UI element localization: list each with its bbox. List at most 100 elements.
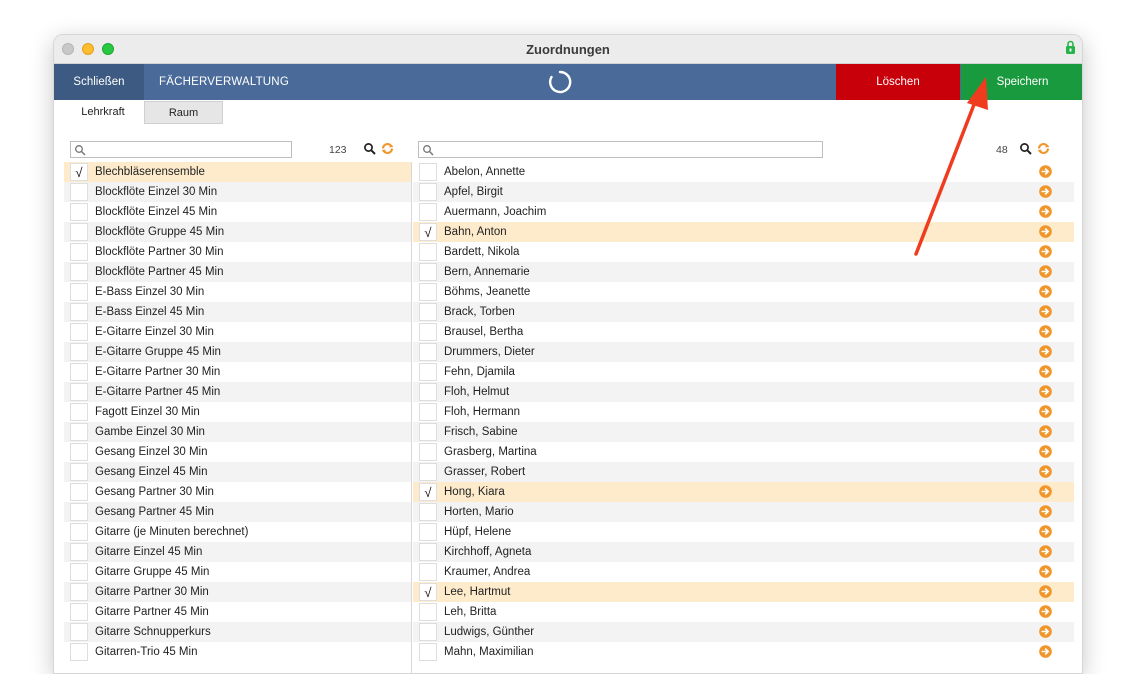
subject-search-field[interactable] [70,141,292,158]
row-checkbox[interactable] [70,603,88,621]
row-checkbox[interactable] [70,343,88,361]
list-item[interactable]: Fagott Einzel 30 Min [64,402,411,422]
row-checkbox[interactable] [70,563,88,581]
row-checkbox[interactable] [70,483,88,501]
arrow-right-circle-icon[interactable] [1039,365,1052,378]
row-checkbox[interactable] [419,203,437,221]
row-checkbox[interactable] [419,183,437,201]
arrow-right-circle-icon[interactable] [1039,465,1052,478]
list-item[interactable]: Kraumer, Andrea [413,562,1074,582]
row-checkbox[interactable] [70,643,88,661]
search-icon[interactable] [1019,142,1032,155]
arrow-right-circle-icon[interactable] [1039,645,1052,658]
row-checkbox[interactable] [70,443,88,461]
arrow-right-circle-icon[interactable] [1039,185,1052,198]
list-item[interactable]: √ Hong, Kiara [413,482,1074,502]
row-checkbox[interactable] [70,283,88,301]
row-checkbox[interactable] [70,383,88,401]
row-checkbox[interactable] [419,403,437,421]
tab-lehrkraft[interactable]: Lehrkraft [62,101,144,124]
row-checkbox[interactable]: √ [419,483,437,501]
list-item[interactable]: E-Gitarre Partner 45 Min [64,382,411,402]
search-icon[interactable] [363,142,376,155]
row-checkbox[interactable] [419,563,437,581]
row-checkbox[interactable] [70,243,88,261]
list-item[interactable]: Gitarre (je Minuten berechnet) [64,522,411,542]
list-item[interactable]: √ Lee, Hartmut [413,582,1074,602]
row-checkbox[interactable] [70,583,88,601]
arrow-right-circle-icon[interactable] [1039,445,1052,458]
list-item[interactable]: Gitarre Partner 45 Min [64,602,411,622]
list-item[interactable]: Blockflöte Gruppe 45 Min [64,222,411,242]
arrow-right-circle-icon[interactable] [1039,385,1052,398]
arrow-right-circle-icon[interactable] [1039,205,1052,218]
row-checkbox[interactable] [419,283,437,301]
row-checkbox[interactable] [419,463,437,481]
list-item[interactable]: Mahn, Maximilian [413,642,1074,662]
list-item[interactable]: E-Gitarre Partner 30 Min [64,362,411,382]
row-checkbox[interactable] [419,443,437,461]
list-item[interactable]: Hüpf, Helene [413,522,1074,542]
row-checkbox[interactable] [419,263,437,281]
list-item[interactable]: Brack, Torben [413,302,1074,322]
row-checkbox[interactable] [419,523,437,541]
refresh-icon[interactable] [1037,142,1050,155]
arrow-right-circle-icon[interactable] [1039,545,1052,558]
row-checkbox[interactable] [70,623,88,641]
list-item[interactable]: Kirchhoff, Agneta [413,542,1074,562]
list-item[interactable]: E-Bass Einzel 30 Min [64,282,411,302]
arrow-right-circle-icon[interactable] [1039,585,1052,598]
arrow-right-circle-icon[interactable] [1039,405,1052,418]
row-checkbox[interactable] [70,543,88,561]
list-item[interactable]: E-Bass Einzel 45 Min [64,302,411,322]
list-item[interactable]: Abelon, Annette [413,162,1074,182]
list-item[interactable]: Gesang Einzel 30 Min [64,442,411,462]
refresh-icon[interactable] [381,142,394,155]
row-checkbox[interactable] [70,423,88,441]
list-item[interactable]: Floh, Helmut [413,382,1074,402]
arrow-right-circle-icon[interactable] [1039,305,1052,318]
row-checkbox[interactable]: √ [419,583,437,601]
list-item[interactable]: Gesang Partner 30 Min [64,482,411,502]
arrow-right-circle-icon[interactable] [1039,265,1052,278]
list-item[interactable]: Gitarre Einzel 45 Min [64,542,411,562]
list-item[interactable]: Blockflöte Partner 45 Min [64,262,411,282]
arrow-right-circle-icon[interactable] [1039,605,1052,618]
list-item[interactable]: Blockflöte Einzel 45 Min [64,202,411,222]
row-checkbox[interactable] [419,243,437,261]
row-checkbox[interactable] [419,343,437,361]
arrow-right-circle-icon[interactable] [1039,625,1052,638]
list-item[interactable]: √ Bahn, Anton [413,222,1074,242]
list-item[interactable]: Drummers, Dieter [413,342,1074,362]
delete-button[interactable]: Löschen [836,64,960,100]
row-checkbox[interactable] [419,383,437,401]
list-item[interactable]: Bern, Annemarie [413,262,1074,282]
teacher-search-field[interactable] [418,141,823,158]
list-item[interactable]: E-Gitarre Einzel 30 Min [64,322,411,342]
list-item[interactable]: Gitarren-Trio 45 Min [64,642,411,662]
arrow-right-circle-icon[interactable] [1039,345,1052,358]
row-checkbox[interactable]: √ [419,223,437,241]
list-item[interactable]: Grasberg, Martina [413,442,1074,462]
row-checkbox[interactable] [70,323,88,341]
arrow-right-circle-icon[interactable] [1039,425,1052,438]
row-checkbox[interactable] [70,503,88,521]
row-checkbox[interactable] [70,223,88,241]
list-item[interactable]: E-Gitarre Gruppe 45 Min [64,342,411,362]
row-checkbox[interactable] [419,363,437,381]
row-checkbox[interactable] [70,303,88,321]
row-checkbox[interactable] [419,423,437,441]
list-item[interactable]: Auermann, Joachim [413,202,1074,222]
list-item[interactable]: Gitarre Schnupperkurs [64,622,411,642]
row-checkbox[interactable] [419,323,437,341]
close-button[interactable]: Schließen [54,64,144,100]
row-checkbox[interactable] [419,543,437,561]
list-item[interactable]: Frisch, Sabine [413,422,1074,442]
arrow-right-circle-icon[interactable] [1039,285,1052,298]
row-checkbox[interactable] [419,623,437,641]
list-item[interactable]: Blockflöte Partner 30 Min [64,242,411,262]
list-item[interactable]: Gesang Einzel 45 Min [64,462,411,482]
row-checkbox[interactable] [70,263,88,281]
list-item[interactable]: Brausel, Bertha [413,322,1074,342]
save-button[interactable]: Speichern [961,64,1082,100]
